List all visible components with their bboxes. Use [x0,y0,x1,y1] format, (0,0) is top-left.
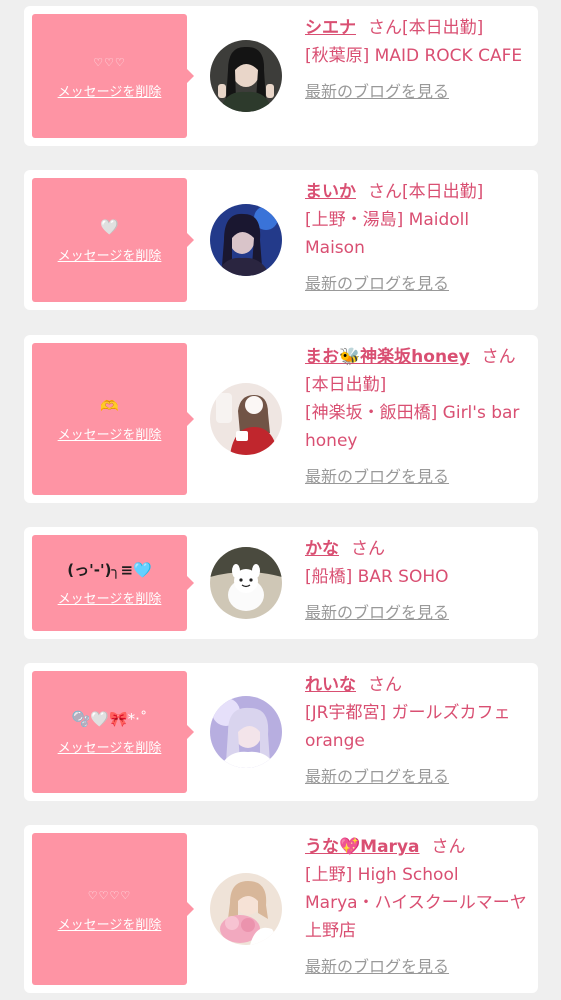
delete-message-link[interactable]: メッセージを削除 [58,81,162,100]
message-bubble: 🤍 メッセージを削除 [32,178,194,302]
latest-blog-link[interactable]: 最新のブログを見る [305,953,449,977]
honorific: さん [481,347,516,367]
girl-name-link[interactable]: かな [305,539,339,559]
delete-message-link[interactable]: メッセージを削除 [58,245,162,264]
message-bubble: (っ'-')╮≡🩵 メッセージを削除 [32,535,194,631]
girl-name-link[interactable]: まお🐝神楽坂honey [305,347,470,367]
latest-blog-link[interactable]: 最新のブログを見る [305,270,449,294]
shop-name: [秋葉原] MAID ROCK CAFE [305,46,523,66]
honorific: さん [351,539,385,559]
girl-info: かな さん [船橋] BAR SOHO 最新のブログを見る [305,535,531,623]
message-card: ♡♡♡ メッセージを削除 シエナ さん[本日出勤] [秋葉原] MAID ROCK… [24,6,538,146]
girl-name-link[interactable]: まいか [305,182,356,202]
delete-message-link[interactable]: メッセージを削除 [58,914,162,933]
avatar-photo-icon [210,547,282,619]
honorific: さん [431,837,466,857]
shop-name: [上野] High School Marya・ハイスクールマーヤ上野店 [305,865,527,941]
message-text: 🤍 [100,217,119,236]
girl-name-link[interactable]: うな💖Marya [305,837,420,857]
shop-name: [神楽坂・飯田橋] Girl's bar honey [305,403,520,451]
message-card: (っ'-')╮≡🩵 メッセージを削除 かな さん [船橋] BAR SOHO 最新… [24,527,538,639]
girl-name-link[interactable]: れいな [305,675,356,695]
avatar-photo-icon [210,204,282,276]
latest-blog-link[interactable]: 最新のブログを見る [305,599,449,623]
message-text: 🫶 [100,396,119,415]
latest-blog-link[interactable]: 最新のブログを見る [305,763,449,787]
message-bubble: ♡♡♡ メッセージを削除 [32,14,194,138]
latest-blog-link[interactable]: 最新のブログを見る [305,463,449,487]
avatar-photo-icon [210,40,282,112]
attendance-status: [本日出勤] [402,182,484,202]
avatar-photo-icon [210,873,282,945]
delete-message-link[interactable]: メッセージを削除 [58,737,162,756]
honorific: さん [368,182,402,202]
message-text: ♡♡♡♡ [87,888,132,902]
avatar[interactable] [210,204,282,276]
girl-info: シエナ さん[本日出勤] [秋葉原] MAID ROCK CAFE 最新のブログを… [305,14,531,102]
message-bubble: ♡♡♡♡ メッセージを削除 [32,833,194,985]
message-bubble: 🫶 メッセージを削除 [32,343,194,495]
delete-message-link[interactable]: メッセージを削除 [58,588,162,607]
message-card: 🤍 メッセージを削除 まいか さん[本日出勤] [上野・湯島] Maidoll M… [24,170,538,310]
girl-info: まいか さん[本日出勤] [上野・湯島] Maidoll Maison 最新のブロ… [305,178,531,294]
avatar[interactable] [210,696,282,768]
avatar-photo-icon [210,383,282,455]
girl-name-link[interactable]: シエナ [305,18,356,38]
girl-info: れいな さん [JR宇都宮] ガールズカフェ orange 最新のブログを見る [305,671,531,787]
message-card: 🫧🤍🎀*·˚ メッセージを削除 れいな さん [JR宇都宮] ガールズカフェ or… [24,663,538,801]
honorific: さん [368,675,402,695]
avatar[interactable] [210,547,282,619]
latest-blog-link[interactable]: 最新のブログを見る [305,78,449,102]
girl-info: うな💖Marya さん [上野] High School Marya・ハイスクール… [305,833,531,977]
avatar[interactable] [210,40,282,112]
avatar[interactable] [210,383,282,455]
girl-info: まお🐝神楽坂honey さん [本日出勤] [神楽坂・飯田橋] Girl's bar… [305,343,531,487]
shop-name: [JR宇都宮] ガールズカフェ orange [305,703,511,751]
shop-name: [上野・湯島] Maidoll Maison [305,210,470,258]
honorific: さん [368,18,402,38]
message-bubble: 🫧🤍🎀*·˚ メッセージを削除 [32,671,194,793]
message-text: (っ'-')╮≡🩵 [67,560,152,579]
attendance-status: [本日出勤] [305,375,387,395]
message-text: ♡♡♡ [93,55,126,69]
shop-name: [船橋] BAR SOHO [305,567,449,587]
message-card: 🫶 メッセージを削除 まお🐝神楽坂honey さん [本日出勤] [神楽坂・飯田橋]… [24,335,538,503]
message-list: ♡♡♡ メッセージを削除 シエナ さん[本日出勤] [秋葉原] MAID ROCK… [0,0,561,1000]
delete-message-link[interactable]: メッセージを削除 [58,424,162,443]
attendance-status: [本日出勤] [402,18,484,38]
message-text: 🫧🤍🎀*·˚ [71,709,148,728]
avatar[interactable] [210,873,282,945]
message-card: ♡♡♡♡ メッセージを削除 うな💖Marya さん [上野] High Schoo… [24,825,538,993]
avatar-photo-icon [210,696,282,768]
